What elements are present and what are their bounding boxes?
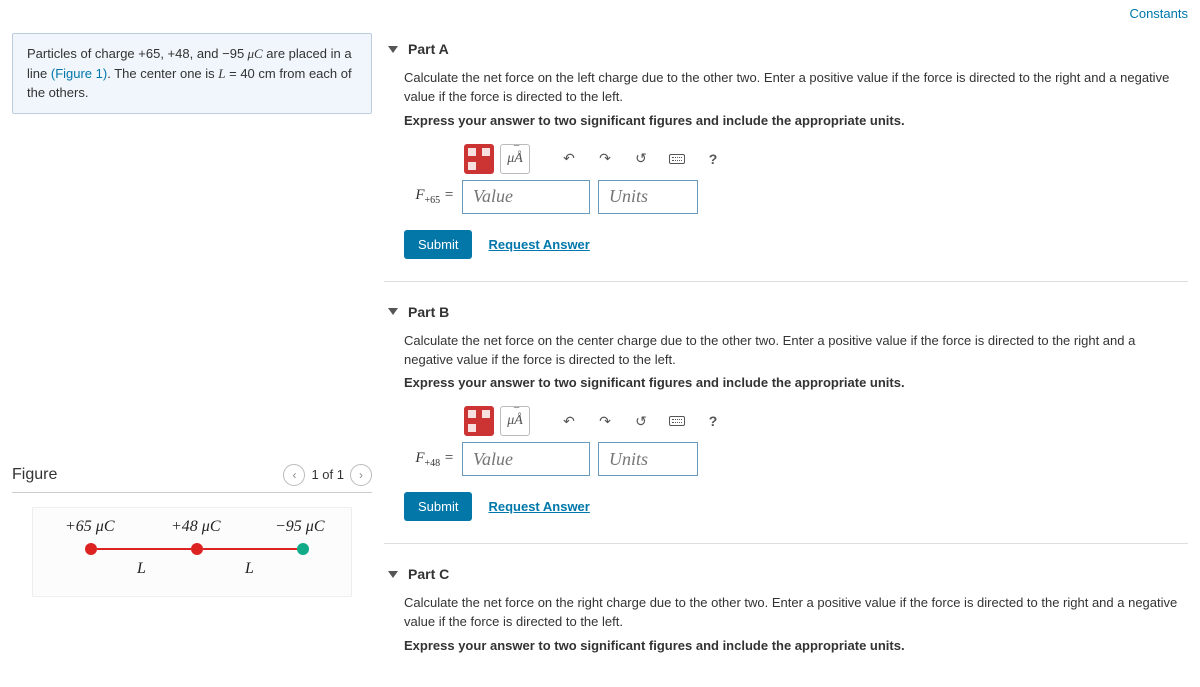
figure-next-button[interactable]: ›: [350, 464, 372, 486]
line-segment-2: [203, 548, 297, 550]
units-input-b[interactable]: [598, 442, 698, 476]
figure-diagram: +65 μC +48 μC −95 μC L L: [32, 507, 352, 597]
help-button[interactable]: ?: [698, 406, 728, 436]
distance-label-1: L: [137, 560, 146, 578]
chevron-down-icon: [388, 308, 398, 315]
part-a-header[interactable]: Part A: [384, 33, 1188, 65]
symbols-button[interactable]: μÅ: [500, 144, 530, 174]
figure-divider: [12, 492, 372, 493]
answer-label-a: F+65 =: [404, 187, 454, 206]
chevron-down-icon: [388, 46, 398, 53]
problem-text-3: . The center one is: [107, 66, 218, 81]
problem-statement: Particles of charge +65, +48, and −95 μC…: [12, 33, 372, 114]
keyboard-button[interactable]: [662, 144, 692, 174]
figure-prev-button[interactable]: ‹: [283, 464, 305, 486]
reset-button[interactable]: ↺: [626, 406, 656, 436]
redo-button[interactable]: ↷: [590, 406, 620, 436]
part-a-toolbar: μÅ ↶ ↷ ↺ ?: [464, 144, 1184, 174]
reset-button[interactable]: ↺: [626, 144, 656, 174]
units-input-a[interactable]: [598, 180, 698, 214]
part-divider: [384, 543, 1188, 544]
distance-label-2: L: [245, 560, 254, 578]
undo-button[interactable]: ↶: [554, 406, 584, 436]
part-a: Part A Calculate the net force on the le…: [384, 33, 1188, 282]
part-c-prompt: Calculate the net force on the right cha…: [404, 594, 1184, 632]
submit-button-b[interactable]: Submit: [404, 492, 472, 521]
part-c-header[interactable]: Part C: [384, 558, 1188, 590]
request-answer-link-a[interactable]: Request Answer: [488, 237, 589, 252]
keyboard-button[interactable]: [662, 406, 692, 436]
problem-neg-charge: −95: [222, 46, 244, 61]
value-input-b[interactable]: [462, 442, 590, 476]
answer-label-b: F+48 =: [404, 450, 454, 469]
constants-link[interactable]: Constants: [1129, 6, 1188, 21]
undo-button[interactable]: ↶: [554, 144, 584, 174]
templates-button[interactable]: [464, 406, 494, 436]
part-b-instructions: Express your answer to two significant f…: [404, 375, 1184, 390]
charge-dot-2: [191, 543, 203, 555]
problem-text-1: Particles of charge +65, +48, and: [27, 46, 222, 61]
problem-var-L: L: [218, 66, 225, 81]
part-a-instructions: Express your answer to two significant f…: [404, 113, 1184, 128]
value-input-a[interactable]: [462, 180, 590, 214]
charge-dot-1: [85, 543, 97, 555]
chevron-down-icon: [388, 571, 398, 578]
request-answer-link-b[interactable]: Request Answer: [488, 499, 589, 514]
help-button[interactable]: ?: [698, 144, 728, 174]
figure-count: 1 of 1: [311, 467, 344, 482]
charge-dot-3: [297, 543, 309, 555]
figure-title: Figure: [12, 466, 57, 484]
part-b-title: Part B: [408, 304, 449, 320]
part-c: Part C Calculate the net force on the ri…: [384, 558, 1188, 673]
part-b-header[interactable]: Part B: [384, 296, 1188, 328]
part-a-title: Part A: [408, 41, 449, 57]
part-c-title: Part C: [408, 566, 449, 582]
templates-button[interactable]: [464, 144, 494, 174]
charge-label-1: +65 μC: [65, 518, 115, 536]
line-segment-1: [97, 548, 191, 550]
figure-reference: (Figure 1): [51, 66, 107, 81]
part-b-toolbar: μÅ ↶ ↷ ↺ ?: [464, 406, 1184, 436]
problem-eq: = 40 cm: [226, 66, 276, 81]
part-b: Part B Calculate the net force on the ce…: [384, 296, 1188, 545]
part-c-instructions: Express your answer to two significant f…: [404, 638, 1184, 653]
part-a-prompt: Calculate the net force on the left char…: [404, 69, 1184, 107]
part-b-prompt: Calculate the net force on the center ch…: [404, 332, 1184, 370]
charge-label-2: +48 μC: [171, 518, 221, 536]
problem-unit: μC: [244, 46, 262, 61]
symbols-button[interactable]: μÅ: [500, 406, 530, 436]
submit-button-a[interactable]: Submit: [404, 230, 472, 259]
redo-button[interactable]: ↷: [590, 144, 620, 174]
part-divider: [384, 281, 1188, 282]
charge-label-3: −95 μC: [275, 518, 325, 536]
